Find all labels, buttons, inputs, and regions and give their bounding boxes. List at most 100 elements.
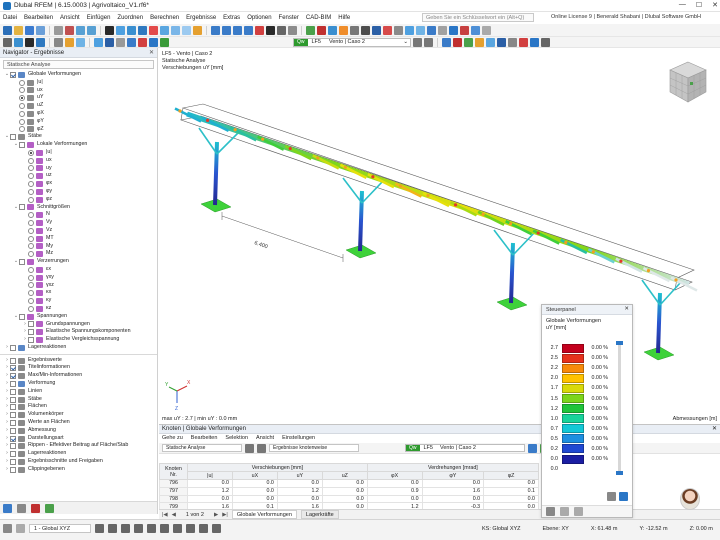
checkbox[interactable] <box>10 419 16 426</box>
menu-optionen[interactable]: Optionen <box>247 15 271 21</box>
surface-icon[interactable] <box>149 25 158 35</box>
status-members-icon[interactable] <box>147 524 156 533</box>
display-item[interactable]: › Ergebnisschnitte und Freigaben <box>0 458 157 466</box>
search-input[interactable]: Geben Sie ein Schlüsselwort ein (Alt+Q) <box>422 13 534 22</box>
zoom-icon[interactable] <box>266 25 275 35</box>
info-icon[interactable] <box>449 25 458 35</box>
node-icon[interactable] <box>116 25 125 35</box>
result-table-icon[interactable] <box>497 37 506 47</box>
result-section-icon[interactable] <box>508 37 517 47</box>
filter-icon[interactable] <box>471 25 480 35</box>
checkbox[interactable] <box>10 412 16 419</box>
wireframe-icon[interactable] <box>94 37 103 47</box>
tree-item[interactable]: ⌄ Stäbe <box>0 133 157 141</box>
result-colors-icon[interactable] <box>453 37 462 47</box>
radio-button[interactable] <box>19 79 25 86</box>
new-file-icon[interactable] <box>3 25 12 35</box>
results-icon[interactable] <box>317 25 326 35</box>
grid-toggle-icon[interactable] <box>54 37 63 47</box>
status-snap-icon[interactable] <box>16 524 25 533</box>
table-menu-goto[interactable]: Gehe zu <box>162 435 183 442</box>
tree-item[interactable]: φY <box>0 118 157 126</box>
radio-button[interactable] <box>28 274 34 281</box>
tree-item[interactable]: εx <box>0 266 157 274</box>
visibility-icon[interactable] <box>438 25 447 35</box>
checkbox[interactable] <box>10 396 16 403</box>
settings-icon[interactable] <box>350 25 359 35</box>
legend-settings-icon[interactable] <box>607 492 616 501</box>
next-loadcase-icon[interactable] <box>424 37 433 47</box>
tree-item[interactable]: › Grundspannungen <box>0 321 157 329</box>
checkbox[interactable] <box>10 435 16 442</box>
status-lines-icon[interactable] <box>134 524 143 533</box>
status-surfaces-icon[interactable] <box>160 524 169 533</box>
display-item[interactable]: › Stäbe <box>0 396 157 404</box>
tab-global-deformations[interactable]: Globale Verformungen <box>231 510 297 519</box>
result-filter-icon[interactable] <box>486 37 495 47</box>
tree-item[interactable]: κz <box>0 305 157 313</box>
tree-item[interactable]: φz <box>0 196 157 204</box>
loads-icon[interactable] <box>65 37 74 47</box>
legend-slider-top-handle[interactable] <box>616 341 623 345</box>
radio-button[interactable] <box>28 188 34 195</box>
member-icon[interactable] <box>138 25 147 35</box>
table-results-mode-select[interactable]: Ergebnisse knotenweise <box>269 444 359 452</box>
layout-icon[interactable] <box>3 37 12 47</box>
coord-system-select[interactable]: 1 - Global XYZ <box>29 524 91 533</box>
deformation-icon[interactable] <box>149 37 158 47</box>
menu-einfuegen[interactable]: Einfügen <box>87 15 111 21</box>
display-item[interactable]: › Lagerreaktionen <box>0 450 157 458</box>
delete-icon[interactable] <box>383 25 392 35</box>
checkbox[interactable] <box>10 357 16 364</box>
radio-button[interactable] <box>28 305 34 312</box>
tab-support-forces[interactable]: Lagerkräfte <box>300 510 339 519</box>
minimize-icon[interactable]: — <box>679 1 686 9</box>
clipping-icon[interactable] <box>416 25 425 35</box>
next-page-icon[interactable]: ▶ <box>214 512 218 518</box>
tree-item[interactable]: ⌄ Verzerrungen <box>0 258 157 266</box>
radio-button[interactable] <box>28 196 34 203</box>
menu-datei[interactable]: Datei <box>3 15 17 21</box>
tree-item[interactable]: uz <box>0 172 157 180</box>
snap-toggle-icon[interactable] <box>76 37 85 47</box>
navigator-icon[interactable] <box>14 37 23 47</box>
open-folder-icon[interactable] <box>14 25 23 35</box>
cursor-icon[interactable] <box>25 37 34 47</box>
tree-item[interactable]: › Lagerreaktionen <box>0 344 157 352</box>
warning-icon[interactable] <box>460 25 469 35</box>
checkbox[interactable] <box>10 458 16 465</box>
legend-edit-icon[interactable] <box>619 492 628 501</box>
radio-button[interactable] <box>28 282 34 289</box>
checkbox[interactable] <box>19 313 25 320</box>
checkbox[interactable] <box>19 259 25 266</box>
radio-button[interactable] <box>19 103 25 110</box>
display-item[interactable]: › Linien <box>0 388 157 396</box>
tree-item[interactable]: ⌄ Schnittgrößen <box>0 204 157 212</box>
display-item[interactable]: › Abmessung <box>0 427 157 435</box>
view-z-icon[interactable] <box>244 25 253 35</box>
radio-button[interactable] <box>28 149 34 156</box>
display-item[interactable]: › Verformung <box>0 380 157 388</box>
tree-item[interactable]: Vy <box>0 219 157 227</box>
status-grid-icon[interactable] <box>108 524 117 533</box>
result-max-icon[interactable] <box>519 37 528 47</box>
checkbox[interactable] <box>10 404 16 411</box>
radio-button[interactable] <box>28 165 34 172</box>
tree-item[interactable]: κx <box>0 289 157 297</box>
checkbox[interactable] <box>10 427 16 434</box>
load-icon[interactable] <box>193 25 202 35</box>
nav-display-tab-icon[interactable] <box>17 503 26 513</box>
result-scale-icon[interactable] <box>475 37 484 47</box>
menu-berechnen[interactable]: Berechnen <box>150 15 179 21</box>
status-loads-icon[interactable] <box>186 524 195 533</box>
table-row[interactable]: 796 0.0 0.0 0.0 0.0 0.0 0.0 0.0 <box>159 479 539 488</box>
tree-item[interactable]: φy <box>0 188 157 196</box>
anim-icon[interactable] <box>160 37 169 47</box>
tree-item[interactable]: |u| <box>0 79 157 87</box>
avatar[interactable] <box>680 488 700 510</box>
loadcase-selector[interactable]: Qw LF5 Vento | Caso 2 ⌄ <box>293 37 411 47</box>
prev-loadcase-icon[interactable] <box>413 37 422 47</box>
tree-item[interactable]: κy <box>0 297 157 305</box>
radio-button[interactable] <box>19 87 25 94</box>
display-item[interactable]: › Volumenkörper <box>0 411 157 419</box>
